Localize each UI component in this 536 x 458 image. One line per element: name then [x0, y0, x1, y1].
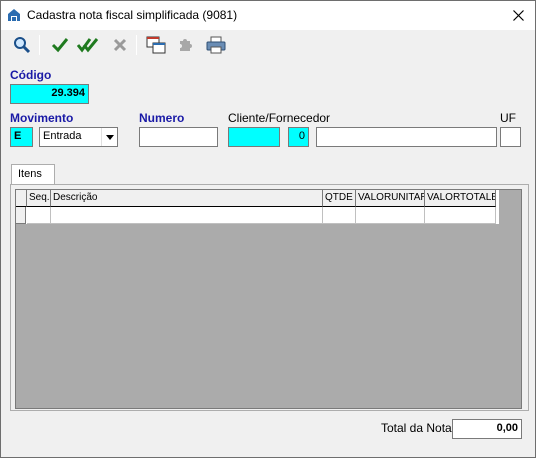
main-window: Cadastra nota fiscal simplificada (9081)	[0, 0, 536, 458]
grid-corner	[16, 190, 27, 207]
search-button[interactable]	[11, 34, 33, 56]
movimento-code-field[interactable]: E	[10, 127, 33, 147]
printer-icon	[206, 36, 226, 54]
toolbar-separator	[39, 35, 40, 55]
grid-cell-descricao[interactable]	[51, 207, 323, 224]
windows-button[interactable]	[145, 34, 167, 56]
tab-itens-label: Itens	[18, 168, 42, 180]
row-indicator[interactable]	[16, 207, 26, 224]
app-icon	[7, 8, 21, 22]
print-button[interactable]	[205, 34, 227, 56]
cliente-name-field[interactable]	[316, 127, 497, 147]
total-field: 0,00	[452, 419, 522, 439]
chevron-down-icon[interactable]	[101, 128, 117, 146]
uf-label: UF	[500, 111, 516, 125]
cancel-button[interactable]	[109, 34, 131, 56]
tab-itens[interactable]: Itens	[11, 164, 55, 185]
puzzle-icon	[180, 39, 192, 51]
movimento-label: Movimento	[10, 111, 74, 125]
numero-label: Numero	[139, 111, 185, 125]
codigo-label: Código	[10, 68, 52, 82]
grid-cell-qtde[interactable]	[323, 207, 356, 224]
column-header-valortotalb[interactable]: VALORTOTALB	[425, 190, 496, 207]
movimento-select[interactable]: Entrada	[39, 127, 118, 147]
double-check-icon	[77, 38, 99, 53]
total-label: Total da Nota	[381, 421, 452, 435]
codigo-field[interactable]: 29.394	[10, 84, 89, 104]
movimento-select-value: Entrada	[43, 130, 82, 142]
column-header-seq[interactable]: Seq.	[27, 190, 51, 207]
windows-icon	[146, 36, 166, 54]
window-title: Cadastra nota fiscal simplificada (9081)	[27, 8, 238, 22]
column-header-valorunitar[interactable]: VALORUNITAR	[356, 190, 425, 207]
column-header-descricao[interactable]: Descrição	[51, 190, 323, 207]
grid-cell-valorunitar[interactable]	[356, 207, 425, 224]
confirm-button[interactable]	[49, 34, 71, 56]
close-icon	[512, 10, 524, 21]
cliente-code-field[interactable]	[228, 127, 280, 147]
tab-panel-itens: Seq. Descrição QTDE VALORUNITAR VALORTOT…	[10, 184, 529, 411]
cliente-number-field[interactable]: 0	[288, 127, 309, 147]
confirm-all-button[interactable]	[77, 34, 99, 56]
column-header-qtde[interactable]: QTDE	[323, 190, 356, 207]
x-icon	[113, 38, 127, 52]
close-button[interactable]	[501, 1, 535, 30]
toolbar	[1, 30, 535, 59]
check-icon	[51, 38, 69, 53]
uf-field[interactable]	[500, 127, 521, 147]
items-grid[interactable]: Seq. Descrição QTDE VALORUNITAR VALORTOT…	[15, 189, 522, 409]
grid-cell-seq[interactable]	[27, 207, 51, 224]
search-icon	[14, 37, 31, 54]
plugin-button[interactable]	[174, 34, 196, 56]
toolbar-separator	[136, 35, 137, 55]
numero-field[interactable]	[139, 127, 218, 147]
title-bar: Cadastra nota fiscal simplificada (9081)	[1, 1, 535, 30]
grid-cell-valortotalb[interactable]	[425, 207, 496, 224]
cliente-label: Cliente/Fornecedor	[228, 111, 331, 125]
